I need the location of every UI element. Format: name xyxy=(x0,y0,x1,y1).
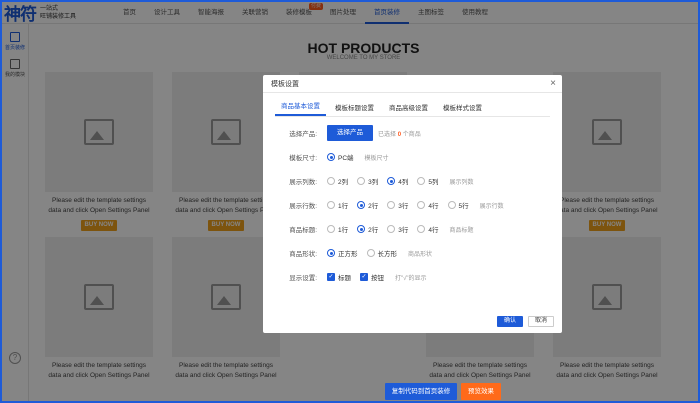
field-hint: 展示列数 xyxy=(449,179,474,186)
settings-tabs: 商品基本设置 模板标题设置 商品高级设置 模板样式设置 xyxy=(275,99,550,117)
rows-option-4[interactable]: 4行 xyxy=(417,200,439,210)
radio-checked-icon xyxy=(327,153,335,161)
field-label: 展示列数: xyxy=(289,179,317,186)
radio-icon xyxy=(327,201,335,209)
row-product-title: 商品标题: 1行 2行 3行 4行 商品标题 xyxy=(263,217,562,241)
field-hint: 商品形状 xyxy=(408,251,433,258)
confirm-button[interactable]: 确认 xyxy=(497,316,523,327)
title-option-4[interactable]: 4行 xyxy=(417,224,439,234)
settings-form: 选择产品: 选择产品 已选择 0 个商品 模板尺寸: PC端 模板尺寸 展示列数… xyxy=(263,121,562,289)
tab-title-settings[interactable]: 模板标题设置 xyxy=(329,102,380,116)
title-option-2[interactable]: 2行 xyxy=(357,224,378,234)
cancel-button[interactable]: 取消 xyxy=(528,316,554,327)
columns-option-3[interactable]: 3列 xyxy=(357,176,378,186)
radio-checked-icon xyxy=(357,225,366,233)
checkbox-checked-icon: ✓ xyxy=(327,273,335,281)
field-label: 选择产品: xyxy=(289,131,317,138)
columns-option-4[interactable]: 4列 xyxy=(387,176,408,186)
tab-advanced-settings[interactable]: 商品高级设置 xyxy=(383,102,434,116)
radio-icon xyxy=(327,225,335,233)
radio-icon xyxy=(417,201,426,209)
copy-code-button[interactable]: 复制代码到首页装修 xyxy=(385,383,457,400)
size-pc-option[interactable]: PC端 xyxy=(327,152,354,162)
field-label: 商品标题: xyxy=(289,227,317,234)
radio-icon xyxy=(366,249,375,257)
title-option-1[interactable]: 1行 xyxy=(327,224,348,234)
radio-icon xyxy=(357,177,366,185)
template-settings-dialog: 模板设置 × 商品基本设置 模板标题设置 商品高级设置 模板样式设置 选择产品:… xyxy=(263,75,562,333)
tab-basic-settings[interactable]: 商品基本设置 xyxy=(275,100,326,116)
columns-option-5[interactable]: 5列 xyxy=(417,176,439,186)
radio-icon xyxy=(447,201,456,209)
field-label: 商品形状: xyxy=(289,251,317,258)
field-label: 显示设置: xyxy=(289,275,317,282)
selected-count-note: 已选择 0 个商品 xyxy=(378,131,421,138)
row-select-product: 选择产品: 选择产品 已选择 0 个商品 xyxy=(263,121,562,145)
field-hint: 打"√"的显示 xyxy=(395,275,427,282)
shape-option-square[interactable]: 正方形 xyxy=(327,248,358,258)
field-hint: 展示行数 xyxy=(479,203,504,210)
selected-count: 0 xyxy=(397,131,402,138)
field-hint: 模板尺寸 xyxy=(364,155,389,162)
row-product-shape: 商品形状: 正方形 长方形 商品形状 xyxy=(263,241,562,265)
field-hint: 商品标题 xyxy=(449,227,474,234)
rows-option-5[interactable]: 5行 xyxy=(447,200,469,210)
display-title-checkbox[interactable]: ✓ 标题 xyxy=(327,272,351,282)
radio-icon xyxy=(417,225,426,233)
dialog-footer: 确认 取消 xyxy=(497,316,554,327)
radio-icon xyxy=(327,177,335,185)
field-label: 模板尺寸: xyxy=(289,155,317,162)
shape-option-rectangle[interactable]: 长方形 xyxy=(366,248,397,258)
tab-style-settings[interactable]: 模板样式设置 xyxy=(437,102,488,116)
radio-icon xyxy=(387,201,396,209)
dialog-header: 模板设置 × xyxy=(263,75,562,93)
row-columns: 展示列数: 2列 3列 4列 5列 展示列数 xyxy=(263,169,562,193)
radio-checked-icon xyxy=(327,249,335,257)
close-icon[interactable]: × xyxy=(550,78,556,89)
title-option-3[interactable]: 3行 xyxy=(387,224,408,234)
rows-option-1[interactable]: 1行 xyxy=(327,200,348,210)
rows-option-2[interactable]: 2行 xyxy=(357,200,378,210)
radio-icon xyxy=(417,177,426,185)
radio-checked-icon xyxy=(357,201,366,209)
row-display-settings: 显示设置: ✓ 标题 ✓ 按钮 打"√"的显示 xyxy=(263,265,562,289)
radio-checked-icon xyxy=(387,177,396,185)
field-label: 展示行数: xyxy=(289,203,317,210)
app-frame: 神符 一站式 旺铺装修工具 首页 设计工具 智能海报 关联营销 装修模板 付费 图… xyxy=(0,0,700,403)
bottom-action-bar: 复制代码到首页装修 预览效果 xyxy=(385,383,501,400)
dialog-title: 模板设置 xyxy=(271,80,299,88)
display-button-checkbox[interactable]: ✓ 按钮 xyxy=(360,272,384,282)
rows-option-3[interactable]: 3行 xyxy=(387,200,408,210)
radio-icon xyxy=(387,225,396,233)
row-rows: 展示行数: 1行 2行 3行 4行 5行 展示行数 xyxy=(263,193,562,217)
row-template-size: 模板尺寸: PC端 模板尺寸 xyxy=(263,145,562,169)
columns-option-2[interactable]: 2列 xyxy=(327,176,348,186)
select-product-button[interactable]: 选择产品 xyxy=(327,125,373,141)
preview-button[interactable]: 预览效果 xyxy=(461,383,501,400)
checkbox-checked-icon: ✓ xyxy=(360,273,368,281)
